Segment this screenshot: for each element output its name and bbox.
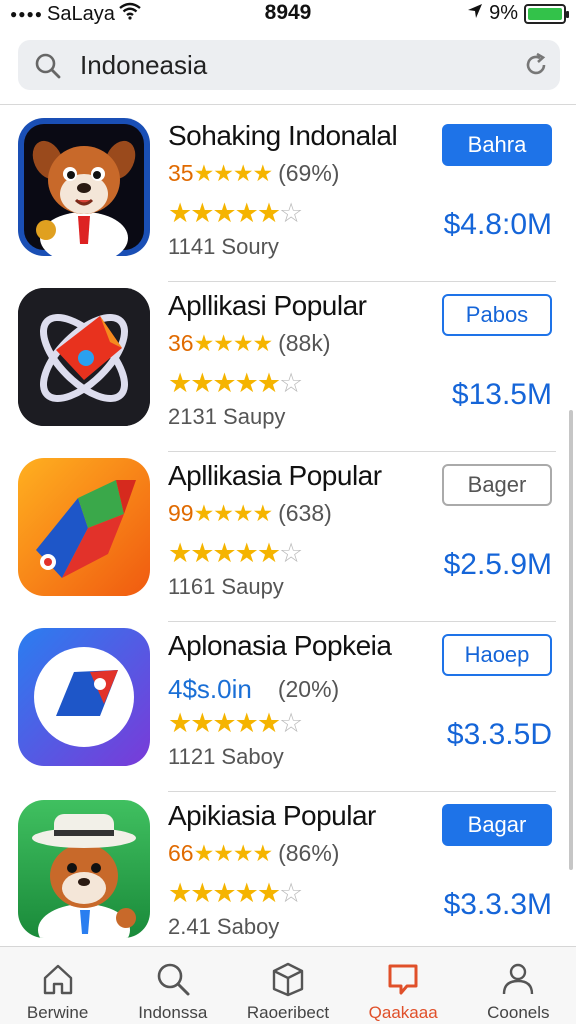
- person-icon: [500, 959, 536, 999]
- install-button[interactable]: Haoep: [442, 634, 552, 676]
- rating-line: 99 ★★★★ (638): [168, 500, 332, 527]
- search-icon: [155, 959, 191, 999]
- app-title[interactable]: Apikiasia Popular: [168, 800, 376, 832]
- list-item[interactable]: Apikiasia Popular 66 ★★★★ (86%) ★★★★★☆ 2…: [0, 792, 576, 962]
- atom-app-icon[interactable]: [18, 288, 150, 426]
- map-app-icon[interactable]: [18, 458, 150, 596]
- tab-label: Raoeribect: [246, 1003, 330, 1022]
- rating-prefix: 4$s.0in: [168, 674, 252, 704]
- app-price: $13.5M: [451, 378, 552, 411]
- rating-prefix: 99: [168, 500, 194, 526]
- app-price: $3.3.5D: [446, 718, 552, 751]
- app-subtext: 2131 Saupy: [168, 404, 286, 429]
- rating-count: (20%): [277, 676, 340, 702]
- app-price: $4.8:0M: [443, 208, 552, 241]
- tab-label: Indonssa: [138, 1003, 208, 1022]
- tab-bar: Berwine Indonssa Raoeribect Qaakaaa Coon…: [0, 946, 576, 1024]
- star-rating: ★★★★★☆: [168, 878, 303, 908]
- tab-search[interactable]: Indonssa: [115, 947, 230, 1024]
- rating-prefix: 36: [168, 330, 194, 356]
- search-input[interactable]: [80, 40, 510, 90]
- search-bar[interactable]: [18, 40, 560, 90]
- home-icon: [41, 959, 75, 999]
- app-title[interactable]: Apllikasia Popular: [168, 460, 382, 492]
- rating-count: (86%): [278, 840, 340, 866]
- tab-box[interactable]: Raoeribect: [230, 947, 345, 1024]
- rating-stars-icon: ★★★★: [193, 330, 273, 356]
- rating-line: 4$s.0in (20%): [168, 674, 339, 705]
- battery-icon: [524, 3, 569, 24]
- list-item[interactable]: Apllikasia Popular 99 ★★★★ (638) ★★★★★☆ …: [0, 452, 576, 622]
- rating-count: (69%): [278, 160, 340, 186]
- rating-prefix: 66: [168, 840, 194, 866]
- tab-label: Coonels: [487, 1003, 550, 1022]
- app-title[interactable]: Sohaking Indonalal: [168, 120, 398, 152]
- search-icon: [34, 52, 62, 85]
- location-icon: [467, 2, 483, 25]
- tab-home[interactable]: Berwine: [0, 947, 115, 1024]
- app-price: $2.5.9M: [443, 548, 552, 581]
- list-item[interactable]: Aplonasia Popkeia 4$s.0in (20%) ★★★★★☆ 1…: [0, 622, 576, 792]
- install-button[interactable]: Bagar: [442, 804, 552, 846]
- reload-icon[interactable]: [522, 51, 550, 84]
- dog-hat-app-icon[interactable]: [18, 800, 150, 938]
- rating-prefix: 35: [168, 160, 194, 186]
- rating-stars-icon: ★★★★: [193, 500, 273, 526]
- rating-line: 35 ★★★★ (69%): [168, 160, 339, 187]
- flag-app-icon[interactable]: [18, 628, 150, 766]
- rating-line: 66 ★★★★ (86%): [168, 840, 339, 867]
- list-item[interactable]: Sohaking Indonalal 35 ★★★★ (69%) ★★★★★☆ …: [0, 112, 576, 282]
- star-rating: ★★★★★☆: [168, 368, 303, 398]
- app-subtext: 2.41 Saboy: [168, 914, 280, 939]
- chat-icon: [385, 959, 421, 999]
- app-title[interactable]: Aplonasia Popkeia: [168, 630, 392, 662]
- rating-line: 36 ★★★★ (88k): [168, 330, 330, 357]
- status-bar: ●●●● SaLaya 8949 9%: [0, 0, 576, 26]
- install-button[interactable]: Pabos: [442, 294, 552, 336]
- list-item[interactable]: Apllikasi Popular 36 ★★★★ (88k) ★★★★★☆ 2…: [0, 282, 576, 452]
- app-title[interactable]: Apllikasi Popular: [168, 290, 367, 322]
- rating-count: (638): [278, 500, 332, 526]
- app-subtext: 1161 Saupy: [168, 574, 284, 599]
- scrollbar[interactable]: [569, 410, 573, 870]
- star-rating: ★★★★★☆: [168, 538, 303, 568]
- app-subtext: 1141 Soury: [168, 234, 279, 259]
- box-icon: [270, 959, 306, 999]
- tab-label: Qaakaaa: [368, 1003, 438, 1022]
- star-rating: ★★★★★☆: [168, 198, 303, 228]
- battery-percent: 9%: [489, 2, 518, 24]
- rating-stars-icon: ★★★★: [193, 840, 273, 866]
- app-price: $3.3.3M: [443, 888, 552, 921]
- install-button[interactable]: Bahra: [442, 124, 552, 166]
- star-rating: ★★★★★☆: [168, 708, 303, 738]
- tab-profile[interactable]: Coonels: [461, 947, 576, 1024]
- tab-label: Berwine: [26, 1003, 89, 1022]
- header-divider: [0, 104, 576, 105]
- rating-stars-icon: ★★★★: [193, 160, 273, 186]
- app-subtext: 1121 Saboy: [168, 744, 284, 769]
- install-button[interactable]: Bager: [442, 464, 552, 506]
- rating-count: (88k): [278, 330, 331, 356]
- tab-chat[interactable]: Qaakaaa: [346, 947, 461, 1024]
- status-right: 9%: [467, 2, 569, 25]
- dog-app-icon[interactable]: [18, 118, 150, 256]
